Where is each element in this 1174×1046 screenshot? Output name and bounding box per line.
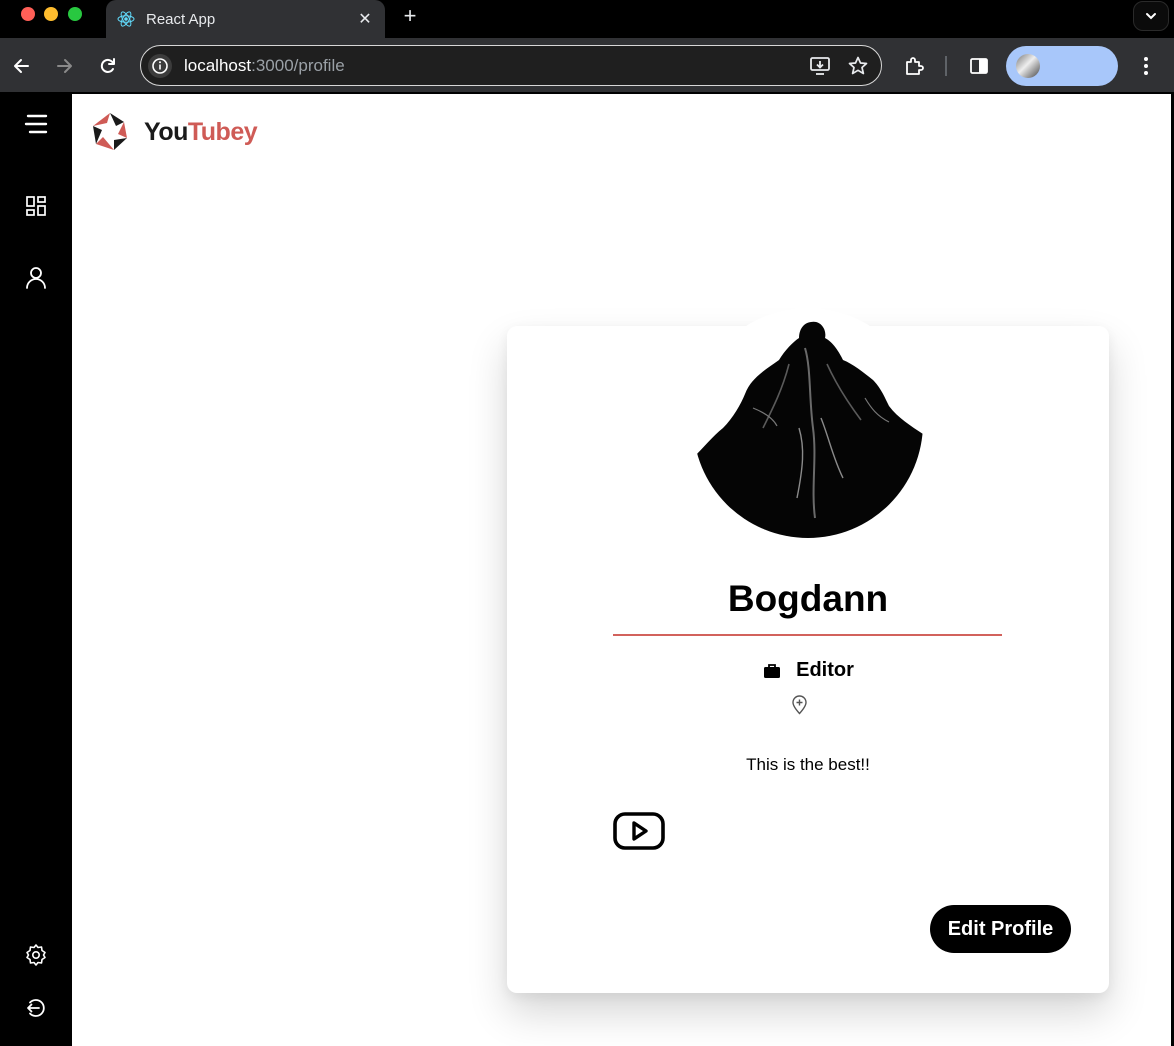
profile-name: Bogdann: [727, 578, 889, 619]
react-logo-icon: [116, 9, 136, 29]
reload-button[interactable]: [96, 54, 120, 78]
sidebar: [0, 94, 72, 1046]
avatar: [1016, 54, 1040, 78]
new-tab-button[interactable]: +: [398, 3, 422, 29]
aperture-logo-icon: [91, 113, 129, 151]
window-maximize-button[interactable]: [68, 7, 82, 21]
profile-avatar: [693, 308, 923, 538]
role-label: Editor: [796, 659, 854, 681]
bookmark-star-icon[interactable]: [847, 55, 869, 82]
window-minimize-button[interactable]: [44, 7, 58, 21]
edit-profile-button[interactable]: Edit Profile: [930, 905, 1071, 953]
forward-icon: [57, 59, 72, 73]
briefcase-icon: [762, 661, 782, 681]
profile-button[interactable]: [1006, 46, 1118, 86]
tab-close-icon[interactable]: ✕: [355, 9, 375, 29]
brand-name-part1: You: [144, 117, 188, 146]
profile-role: Editor: [507, 659, 1109, 682]
menu-dots-icon[interactable]: [1134, 54, 1158, 78]
dashboard-icon[interactable]: [22, 192, 50, 220]
chevron-down-icon: [1146, 13, 1156, 20]
hamburger-menu-icon[interactable]: [22, 110, 50, 138]
user-icon[interactable]: [22, 264, 50, 292]
profile-photo: [693, 308, 923, 538]
browser-tab[interactable]: React App ✕: [106, 0, 385, 38]
install-app-icon[interactable]: [809, 55, 831, 82]
extensions-icon[interactable]: [902, 54, 926, 78]
browser-toolbar: localhost:3000/profile: [0, 38, 1174, 94]
url-path: :3000/profile: [251, 55, 345, 75]
side-panel-icon[interactable]: [967, 54, 991, 78]
brand-logo[interactable]: YouTubey: [90, 110, 258, 154]
location-pin-icon: [792, 695, 807, 715]
back-button[interactable]: [10, 54, 34, 78]
forward-button[interactable]: [52, 54, 76, 78]
app-viewport: YouTubey Bogdann Editor This is the best…: [0, 94, 1174, 1046]
gear-icon[interactable]: [22, 941, 50, 969]
tab-search-button[interactable]: [1133, 1, 1169, 31]
youtube-icon[interactable]: [613, 811, 665, 851]
profile-card: Bogdann Editor This is the best!! Edit P…: [507, 308, 1109, 993]
name-divider: [613, 634, 1002, 636]
brand-name-part2: Tubey: [187, 117, 258, 146]
browser-tab-bar: React App ✕ +: [0, 0, 1174, 38]
toolbar-divider: [945, 56, 947, 76]
logout-icon[interactable]: [22, 994, 50, 1022]
url-host: localhost: [184, 55, 252, 75]
profile-bio: This is the best!!: [746, 755, 870, 774]
reload-icon: [100, 58, 115, 73]
window-close-button[interactable]: [21, 7, 35, 21]
tab-title: React App: [146, 10, 216, 28]
address-bar[interactable]: localhost:3000/profile: [140, 45, 882, 86]
site-info-icon[interactable]: [148, 53, 172, 78]
back-icon: [14, 59, 29, 73]
brand-name: YouTubey: [144, 117, 258, 147]
